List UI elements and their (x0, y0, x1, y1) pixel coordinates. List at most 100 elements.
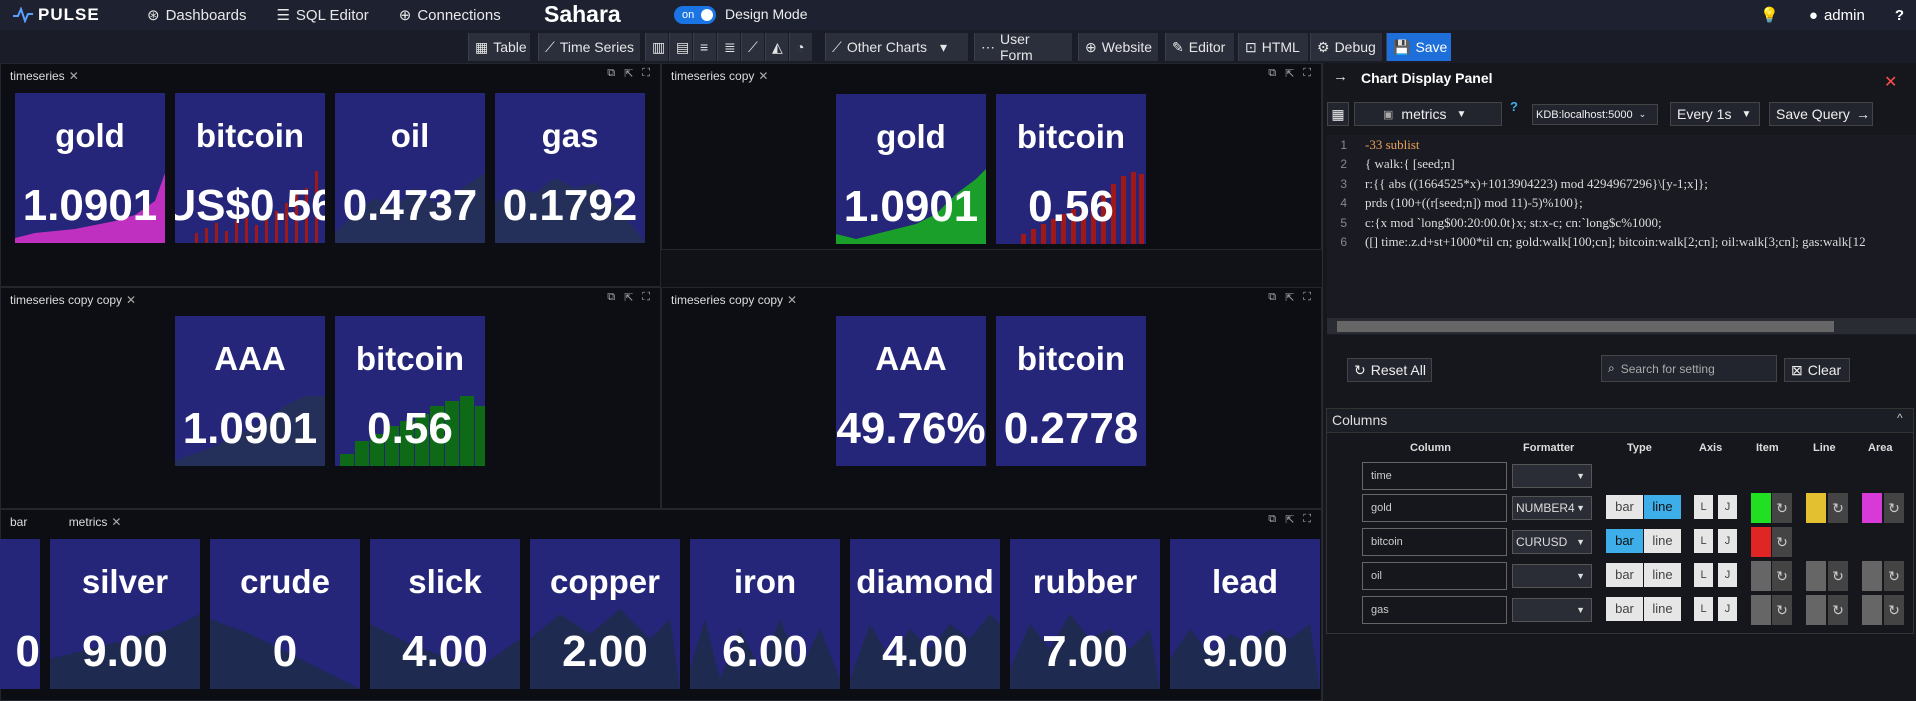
lightbulb-icon[interactable]: 💡 (1760, 6, 1779, 24)
reset-line-oil-icon[interactable]: ↻ (1828, 561, 1848, 591)
pie-button[interactable]: ◔ (789, 33, 812, 61)
popout-icon[interactable]: ⇱ (624, 67, 633, 80)
maximize-icon[interactable]: ⛶ (642, 291, 650, 304)
maximize-icon[interactable]: ⛶ (642, 67, 650, 80)
close-icon[interactable]: ✕ (111, 515, 121, 529)
nav-connections[interactable]: ⊕ Connections (399, 6, 501, 25)
popout-icon[interactable]: ⇱ (1285, 67, 1294, 80)
website-button[interactable]: ⊕ Website (1078, 33, 1158, 61)
reset-all-button[interactable]: ↻ Reset All (1347, 358, 1432, 382)
reset-item-gas-icon[interactable]: ↻ (1772, 595, 1792, 625)
scrollbar-thumb[interactable] (1337, 321, 1834, 332)
horizontal-scrollbar[interactable] (1327, 318, 1916, 334)
type-bar-gas[interactable]: bar (1606, 597, 1643, 621)
maximize-icon[interactable]: ⛶ (1303, 513, 1311, 526)
area-color-oil[interactable] (1862, 561, 1882, 591)
nav-dashboards[interactable]: ⊛ Dashboards (147, 6, 246, 25)
line-color-oil[interactable] (1806, 561, 1826, 591)
axis-right-bitcoin[interactable]: J (1718, 529, 1737, 553)
popout-icon[interactable]: ⇱ (1285, 291, 1294, 304)
type-line-bitcoin[interactable]: line (1644, 529, 1681, 553)
search-settings-input[interactable]: ⌕ Search for setting (1601, 355, 1777, 382)
area-color-gold[interactable] (1862, 493, 1882, 523)
close-panel-icon[interactable]: ✕ (1884, 72, 1897, 92)
formatter-select-gold[interactable]: NUMBER4 ▼ (1512, 496, 1592, 520)
duplicate-icon[interactable]: ⧉ (1268, 291, 1276, 304)
table-view-icon[interactable]: ▦ (1327, 102, 1349, 126)
axis-right-gold[interactable]: J (1718, 495, 1737, 519)
time-series-button[interactable]: ⟋ Time Series (538, 33, 640, 61)
user-name[interactable]: admin (1824, 7, 1865, 24)
formatter-select-bitcoin[interactable]: CURUSD ▼ (1512, 530, 1592, 554)
duplicate-icon[interactable]: ⧉ (1268, 513, 1276, 526)
tab-metrics[interactable]: metrics (69, 515, 108, 529)
nav-sql-editor[interactable]: ☰ SQL Editor (276, 6, 368, 25)
maximize-icon[interactable]: ⛶ (1303, 67, 1311, 80)
item-color-oil[interactable] (1751, 561, 1771, 591)
help-circle-icon[interactable]: ? (1510, 99, 1518, 114)
collapse-icon[interactable]: ^ (1897, 411, 1903, 425)
line-color-gold[interactable] (1806, 493, 1826, 523)
formatter-select-oil[interactable]: ▼ (1512, 564, 1592, 588)
horizontal-bar-button[interactable]: ≡ (693, 33, 716, 61)
column-name-bitcoin[interactable]: bitcoin (1362, 528, 1507, 556)
reset-area-gas-icon[interactable]: ↻ (1884, 595, 1904, 625)
server-select[interactable]: KDB:localhost:5000 ⌄ (1532, 104, 1658, 125)
stacked-bar-button[interactable]: ▤ (669, 33, 692, 61)
collapse-panel-icon[interactable]: → (1333, 68, 1348, 85)
type-bar-bitcoin[interactable]: bar (1606, 529, 1643, 553)
columns-header[interactable]: Columns ^ (1327, 409, 1913, 433)
area-button[interactable]: ◭ (765, 33, 788, 61)
refresh-rate-select[interactable]: Every 1s ▼ (1670, 102, 1760, 126)
reset-area-gold-icon[interactable]: ↻ (1884, 493, 1904, 523)
reset-area-oil-icon[interactable]: ↻ (1884, 561, 1904, 591)
duplicate-icon[interactable]: ⧉ (1268, 67, 1276, 80)
type-bar-oil[interactable]: bar (1606, 563, 1643, 587)
debug-button[interactable]: ⚙ Debug (1310, 33, 1382, 61)
line-color-gas[interactable] (1806, 595, 1826, 625)
axis-right-oil[interactable]: J (1718, 563, 1737, 587)
column-name-oil[interactable]: oil (1362, 562, 1507, 590)
close-icon[interactable]: ✕ (126, 293, 136, 307)
formatter-select-gas[interactable]: ▼ (1512, 598, 1592, 622)
query-name-select[interactable]: ▣ metrics ▼ (1354, 102, 1502, 126)
close-icon[interactable]: ✕ (69, 69, 79, 83)
editor-button[interactable]: ✎ Editor (1165, 33, 1234, 61)
column-name-gold[interactable]: gold (1362, 494, 1507, 522)
close-icon[interactable]: ✕ (758, 69, 768, 83)
popout-icon[interactable]: ⇱ (624, 291, 633, 304)
axis-left-oil[interactable]: L (1694, 563, 1713, 587)
axis-right-gas[interactable]: J (1718, 597, 1737, 621)
item-color-gas[interactable] (1751, 595, 1771, 625)
reset-item-gold-icon[interactable]: ↻ (1772, 493, 1792, 523)
user-form-button[interactable]: ⋯ User Form (974, 31, 1072, 63)
clear-button[interactable]: ⊠ Clear (1784, 358, 1850, 382)
formatter-select-time[interactable]: ▼ (1512, 464, 1592, 488)
type-bar-gold[interactable]: bar (1606, 495, 1643, 519)
bar-chart-button[interactable]: ▥ (645, 33, 668, 61)
maximize-icon[interactable]: ⛶ (1303, 291, 1311, 304)
pulse-logo[interactable]: PULSE (12, 5, 117, 25)
save-query-button[interactable]: Save Query → (1769, 102, 1873, 126)
table-button[interactable]: ▦ Table (468, 33, 530, 61)
reset-item-bitcoin-icon[interactable]: ↻ (1772, 527, 1792, 557)
close-icon[interactable]: ✕ (787, 293, 797, 307)
axis-left-gas[interactable]: L (1694, 597, 1713, 621)
other-charts-dropdown[interactable]: ⟋ Other Charts ▾ (825, 33, 968, 61)
column-name-gas[interactable]: gas (1362, 596, 1507, 624)
tab-bar[interactable]: bar (10, 515, 27, 529)
query-editor[interactable]: 1 2 3 4 5 6 -33 sublist { walk:{ [seed;n… (1327, 135, 1916, 335)
popout-icon[interactable]: ⇱ (1285, 513, 1294, 526)
axis-left-gold[interactable]: L (1694, 495, 1713, 519)
type-line-gold[interactable]: line (1644, 495, 1681, 519)
area-color-gas[interactable] (1862, 595, 1882, 625)
type-line-oil[interactable]: line (1644, 563, 1681, 587)
duplicate-icon[interactable]: ⧉ (607, 67, 615, 80)
save-button[interactable]: 💾 Save (1386, 33, 1451, 61)
reset-line-gold-icon[interactable]: ↻ (1828, 493, 1848, 523)
reset-line-gas-icon[interactable]: ↻ (1828, 595, 1848, 625)
html-button[interactable]: ⊡ HTML (1238, 33, 1308, 61)
column-name-time[interactable]: time (1362, 462, 1507, 490)
reset-item-oil-icon[interactable]: ↻ (1772, 561, 1792, 591)
type-line-gas[interactable]: line (1644, 597, 1681, 621)
